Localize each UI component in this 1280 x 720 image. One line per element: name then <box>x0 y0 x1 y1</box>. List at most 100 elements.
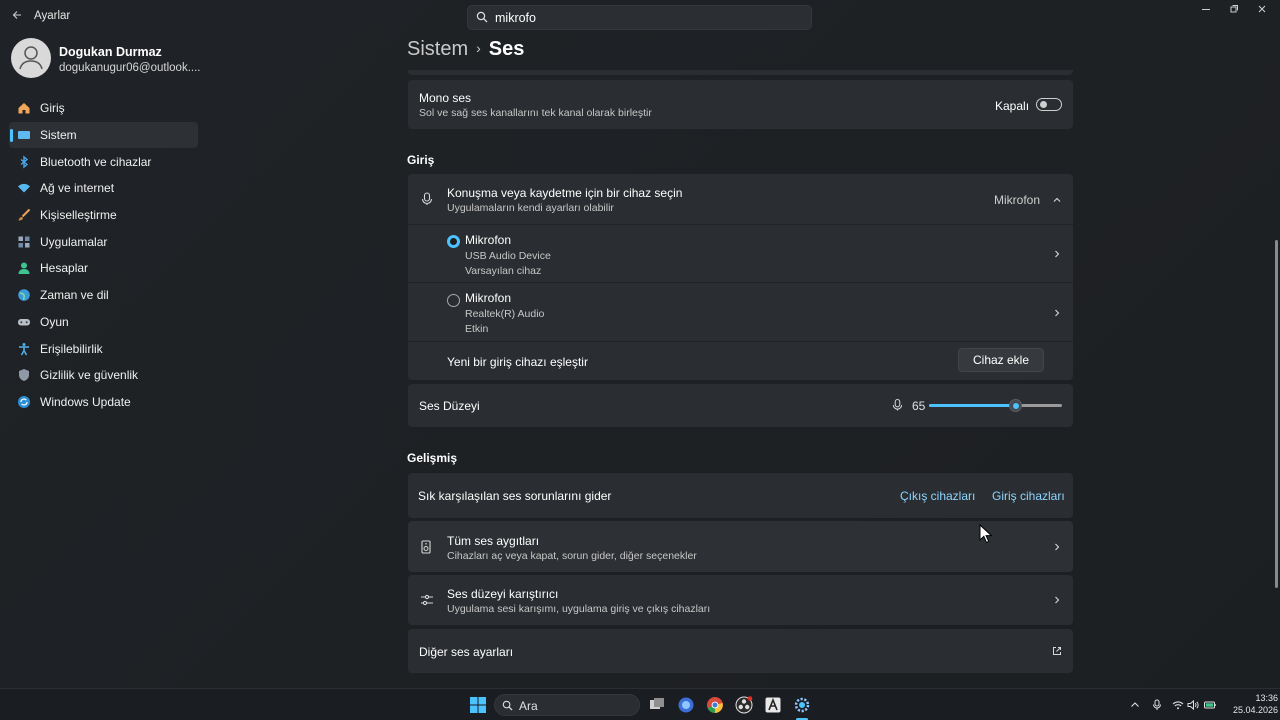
obs-icon[interactable] <box>735 696 753 714</box>
more-sound-settings-card[interactable]: Diğer ses ayarları <box>408 629 1073 673</box>
input-device-chooser-header[interactable]: Konuşma veya kaydetme için bir cihaz seç… <box>408 174 1073 224</box>
taskbar-search-label: Ara <box>519 699 538 713</box>
chevron-right-icon <box>1055 309 1060 317</box>
settings-window: Ayarlar Dogukan Durmaz dogukanugur06@out… <box>0 0 1280 688</box>
device-radio-selected[interactable] <box>447 235 460 248</box>
sidebar-item-label: Oyun <box>40 314 69 329</box>
input-device-option[interactable]: Mikrofon USB Audio Device Varsayılan cih… <box>408 225 1073 282</box>
chevron-up-icon[interactable] <box>1129 699 1141 711</box>
device-radio-unselected[interactable] <box>447 294 460 307</box>
mono-audio-title: Mono ses <box>419 91 472 105</box>
search-icon <box>476 11 488 23</box>
home-icon <box>17 101 31 115</box>
previous-card-edge <box>408 70 1073 75</box>
clock-date[interactable]: 25.04.2026 <box>1226 705 1278 715</box>
battery-icon[interactable] <box>1204 699 1216 711</box>
sidebar-item-label: Ağ ve internet <box>40 181 115 196</box>
copilot-app-icon[interactable] <box>677 696 695 714</box>
avatar[interactable] <box>11 38 51 78</box>
sidebar-item-accounts[interactable]: Hesaplar <box>9 255 198 282</box>
sidebar-item-home[interactable]: Giriş <box>9 95 198 122</box>
breadcrumb-parent[interactable]: Sistem <box>407 38 468 60</box>
more-settings-title: Diğer ses ayarları <box>419 645 514 659</box>
chevron-right-icon <box>1055 250 1060 258</box>
brush-icon <box>17 208 31 222</box>
back-arrow-icon[interactable] <box>8 8 26 26</box>
input-chooser-title: Konuşma veya kaydetme için bir cihaz seç… <box>447 186 683 200</box>
sidebar-item-label: Hesaplar <box>40 261 89 276</box>
volume-icon[interactable] <box>1187 699 1199 711</box>
windows-start-icon[interactable] <box>469 696 487 714</box>
sidebar-item-accessibility[interactable]: Erişilebilirlik <box>9 335 198 362</box>
sidebar-item-bluetooth[interactable]: Bluetooth ve cihazlar <box>9 148 198 175</box>
minimize-icon[interactable] <box>1196 4 1216 18</box>
sidebar-nav: Giriş Sistem Bluetooth ve cihazlar Ağ ve… <box>9 95 198 415</box>
mixer-icon <box>421 594 433 606</box>
sidebar-item-label: Windows Update <box>40 394 131 409</box>
device-line2: Varsayılan cihaz <box>465 265 542 277</box>
close-icon[interactable] <box>1252 4 1272 18</box>
volume-label: Ses Düzeyi <box>419 399 480 413</box>
all-devices-title: Tüm ses aygıtları <box>447 534 540 548</box>
page-title: Ses <box>488 38 525 60</box>
accessibility-icon <box>17 342 31 356</box>
add-device-button[interactable]: Cihaz ekle <box>958 348 1044 372</box>
input-section-heading: Giriş <box>407 153 435 167</box>
settings-search-box[interactable] <box>467 5 812 30</box>
task-view-icon[interactable] <box>648 696 666 714</box>
sidebar-item-label: Erişilebilirlik <box>40 341 103 356</box>
scrollbar[interactable] <box>1275 240 1278 588</box>
user-name: Dogukan Durmaz <box>59 45 162 59</box>
sidebar-item-network[interactable]: Ağ ve internet <box>9 175 198 202</box>
sidebar-item-label: Bluetooth ve cihazlar <box>40 154 152 169</box>
sidebar-item-label: Zaman ve dil <box>40 288 109 303</box>
user-icon <box>19 46 43 70</box>
input-device-chooser-card: Konuşma veya kaydetme için bir cihaz seç… <box>408 174 1073 380</box>
taskbar: Ara 13:36 25.04.2026 <box>0 688 1280 720</box>
sidebar-item-windows-update[interactable]: Windows Update <box>9 389 198 416</box>
mono-audio-state: Kapalı <box>995 99 1030 113</box>
title-bar: Ayarlar <box>0 0 1280 34</box>
sidebar-item-time-language[interactable]: Zaman ve dil <box>9 282 198 309</box>
microphone-icon[interactable] <box>1151 699 1163 711</box>
output-devices-link[interactable]: Çıkış cihazları <box>900 489 975 503</box>
chevron-up-icon <box>1053 197 1061 202</box>
mono-audio-card: Mono ses Sol ve sağ ses kanallarını tek … <box>408 80 1073 129</box>
sidebar-item-label: Gizlilik ve güvenlik <box>40 368 139 383</box>
taskbar-search[interactable]: Ara <box>494 694 640 716</box>
all-sound-devices-card[interactable]: Tüm ses aygıtları Cihazları aç veya kapa… <box>408 521 1073 572</box>
mouse-cursor-icon <box>979 524 993 544</box>
device-name: Mikrofon <box>465 233 512 247</box>
volume-slider-fill <box>929 404 1015 407</box>
globe-icon <box>17 288 31 302</box>
settings-gear-icon[interactable] <box>793 696 811 714</box>
sidebar-item-system[interactable]: Sistem <box>9 121 198 149</box>
volume-slider-thumb[interactable] <box>1009 399 1022 412</box>
mono-audio-toggle[interactable] <box>1036 98 1062 111</box>
volume-slider[interactable] <box>929 399 1062 412</box>
input-chooser-selected: Mikrofon <box>994 193 1041 207</box>
update-icon <box>17 395 31 409</box>
clock-time[interactable]: 13:36 <box>1238 693 1278 703</box>
app-icon[interactable] <box>764 696 782 714</box>
sidebar-item-apps[interactable]: Uygulamalar <box>9 228 198 255</box>
external-link-icon <box>1053 647 1061 655</box>
search-input[interactable] <box>495 9 795 27</box>
sidebar-item-privacy[interactable]: Gizlilik ve güvenlik <box>9 362 198 389</box>
gamepad-icon <box>17 315 31 329</box>
sidebar-item-label: Sistem <box>40 128 77 143</box>
input-device-option[interactable]: Mikrofon Realtek(R) Audio Etkin <box>408 283 1073 341</box>
mixer-title: Ses düzeyi karıştırıcı <box>447 587 559 601</box>
sidebar-item-personalization[interactable]: Kişiselleştirme <box>9 202 198 229</box>
sidebar-item-label: Kişiselleştirme <box>40 208 117 223</box>
input-devices-link[interactable]: Giriş cihazları <box>992 489 1065 503</box>
shield-icon <box>17 368 31 382</box>
breadcrumb: Sistem › Ses <box>407 38 524 61</box>
restore-icon[interactable] <box>1224 4 1244 18</box>
volume-mixer-card[interactable]: Ses düzeyi karıştırıcı Uygulama sesi kar… <box>408 575 1073 625</box>
chrome-icon[interactable] <box>706 696 724 714</box>
wifi-icon[interactable] <box>1172 699 1184 711</box>
microphone-icon[interactable] <box>892 398 903 412</box>
breadcrumb-separator: › <box>476 40 481 56</box>
sidebar-item-gaming[interactable]: Oyun <box>9 309 198 336</box>
